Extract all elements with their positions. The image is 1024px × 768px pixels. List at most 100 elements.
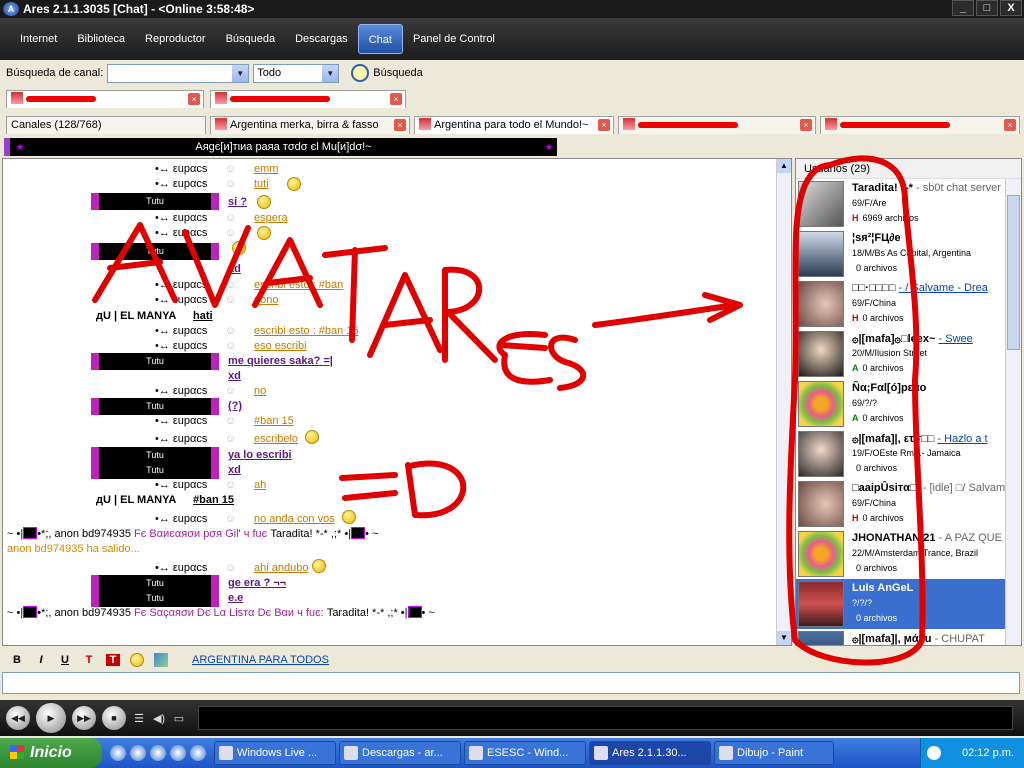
user-row[interactable]: Taradita! *-* - sb0t chat server 69/F/Ar… [796,179,1006,229]
image-icon[interactable] [154,653,168,667]
close-icon[interactable]: × [390,93,402,105]
task-ares[interactable]: Ares 2.1.1.30... [589,741,711,765]
smiley-icon [257,195,271,209]
start-button[interactable]: Inicio [0,738,102,768]
menu-panel-de-control[interactable]: Panel de Control [403,24,505,54]
menu-chat[interactable]: Chat [357,24,403,54]
task-descargas[interactable]: Descargas - ar... [339,741,461,765]
channel-topic-banner: ★ Aяgє[и]тιиa paяa тσdσ єl Mu[и]dσ!~ ★ [4,138,557,156]
close-icon[interactable]: × [800,119,812,131]
volume-icon[interactable]: ◀) [152,712,166,725]
screen-icon[interactable]: ▭ [172,712,186,725]
clock: 02:12 p.m. [962,747,1014,759]
browser-icon[interactable] [170,745,186,761]
chat-line: •↔ εupαcs ☺ emm [155,163,279,175]
maximize-button[interactable]: □ [976,0,998,16]
italic-button[interactable]: I [34,654,48,666]
task-windows-live[interactable]: Windows Live ... [214,741,336,765]
smiley-icon [312,559,326,573]
user-list-scrollbar[interactable] [1005,179,1021,645]
menu-busqueda[interactable]: Búsqueda [216,24,286,54]
top-tab-row: × × [0,88,1024,110]
emoticon-icon[interactable] [130,653,144,667]
tab-argentina-para-todo[interactable]: Argentina para todo el Mundo!~ × [414,116,614,134]
tab-hidden-2[interactable]: × [210,90,406,108]
close-button[interactable]: X [1000,0,1022,16]
task-paint[interactable]: Dibujo - Paint [714,741,834,765]
desktop-icon[interactable] [130,745,146,761]
play-icon[interactable]: ▶ [36,703,66,733]
chevron-down-icon[interactable]: ▼ [232,64,249,82]
underline-button[interactable]: U [58,654,72,666]
user-list-panel: Usuarios (29) Taradita! *-* - sb0t chat … [795,158,1022,646]
ares-window: A Ares 2.1.1.3035 [Chat] - <Online 3:58:… [0,0,1024,768]
menu-biblioteca[interactable]: Biblioteca [67,24,135,54]
playlist-icon[interactable]: ☰ [132,712,146,725]
chat-line: ~ •| •*;, anon bd974935 Fє Sαçαяσи Dє Lα … [7,606,435,619]
menu-internet[interactable]: Internet [10,24,67,54]
chat-scrollbar[interactable]: ▲ ▼ [776,159,791,645]
system-tray: 02:12 p.m. [920,738,1024,768]
chat-line: дU | EL MANYA hati [96,310,213,322]
chat-line: (?) [228,400,243,412]
chat-icon [215,92,227,104]
close-icon[interactable]: × [598,119,610,131]
scroll-down-icon[interactable]: ▼ [777,631,791,645]
seek-bar[interactable] [198,706,1013,730]
tab-hidden-3[interactable]: × [618,116,816,134]
avatar [798,231,844,277]
channel-filter-select[interactable]: Todo ▼ [253,63,340,83]
previous-icon[interactable]: ◀◀ [6,706,30,730]
user-row[interactable]: ۞|[mafa]۞□leex~ - Swee 20/M/Ilusion Stre… [796,329,1006,379]
close-icon[interactable]: × [394,119,406,131]
user-row-selected[interactable]: LuIs AnGeL ?/?/? 0 archivos [796,579,1006,629]
menu-reproductor[interactable]: Reproductor [135,24,216,54]
user-row[interactable]: ¦sя²¦FЦ∂e 18/M/Bs As Capital, Argentina … [796,229,1006,279]
chat-line: •↔ εupαcs ☺ nono [155,294,279,306]
bold-button[interactable]: B [10,654,24,666]
bg-color-button[interactable]: T [106,654,120,666]
chevron-down-icon[interactable]: ▼ [322,64,339,82]
scroll-up-icon[interactable]: ▲ [777,159,791,173]
user-row[interactable]: JHONATHAN 21 - A PAZ QUE T 22/M/Amsterda… [796,529,1006,579]
chat-line: •↔ εupαcs ☺ no [155,385,267,397]
help-icon[interactable] [927,746,941,760]
avatar [798,381,844,427]
close-icon[interactable]: × [1004,119,1016,131]
scroll-thumb[interactable] [1007,195,1020,350]
user-row[interactable]: □aaipÛsiтα□| - [idle] □/ Salvam 69/F/Chi… [796,479,1006,529]
avatar [798,331,844,377]
user-row[interactable]: ۞|[mafa]|, ϻάsu - CHUPAT [796,629,1006,645]
avatar [798,481,844,527]
chrome-icon[interactable] [190,745,206,761]
tab-hidden-4[interactable]: × [820,116,1020,134]
chat-input[interactable] [2,672,1020,694]
search-icon[interactable] [351,64,370,82]
tab-hidden-1[interactable]: × [6,90,204,108]
smiley-icon [342,510,356,524]
search-button[interactable]: Búsqueda [373,67,423,79]
media-icon[interactable] [150,745,166,761]
minimize-button[interactable]: _ [952,0,974,16]
task-esesc[interactable]: ESESC - Wind... [464,741,586,765]
tab-argentina-merka[interactable]: Argentina merka, birra & fasso × [210,116,410,134]
smiley-icon [232,241,246,255]
star-badge-icon [23,527,38,539]
chat-line: me quieres saka? =| [228,355,333,367]
tab-canales[interactable]: Canales (128/768) [6,116,206,134]
channel-search-input[interactable]: ▼ [107,63,250,83]
close-icon[interactable]: × [188,93,200,105]
avatar [798,431,844,477]
user-row[interactable]: ۞|[mafa]|, ετσ□□ - Hazlo a t 19/F/OEste … [796,429,1006,479]
text-color-button[interactable]: T [82,654,96,666]
user-row[interactable]: Ñα;Fαl[ó]pεαo 69/?/? A0 archivos [796,379,1006,429]
chat-line: дU | EL MANYA #ban 15 [96,494,234,506]
next-icon[interactable]: ▶▶ [72,706,96,730]
ie-icon[interactable] [110,745,126,761]
user-row[interactable]: □□·□□□□ - / Salvame - Drea 69/F/China H0… [796,279,1006,329]
stop-icon[interactable]: ■ [102,706,126,730]
chat-messages[interactable]: •↔ εupαcs ☺ emm •↔ εupαcs ☺ tuti Tutu si ? •… [2,158,792,646]
channel-link[interactable]: ARGENTINA PARA TODOS [192,654,329,666]
menu-descargas[interactable]: Descargas [285,24,358,54]
chat-line: ~ •| •*;, anon bd974935 Fє Bαиєαяσи pσя G… [7,527,379,540]
